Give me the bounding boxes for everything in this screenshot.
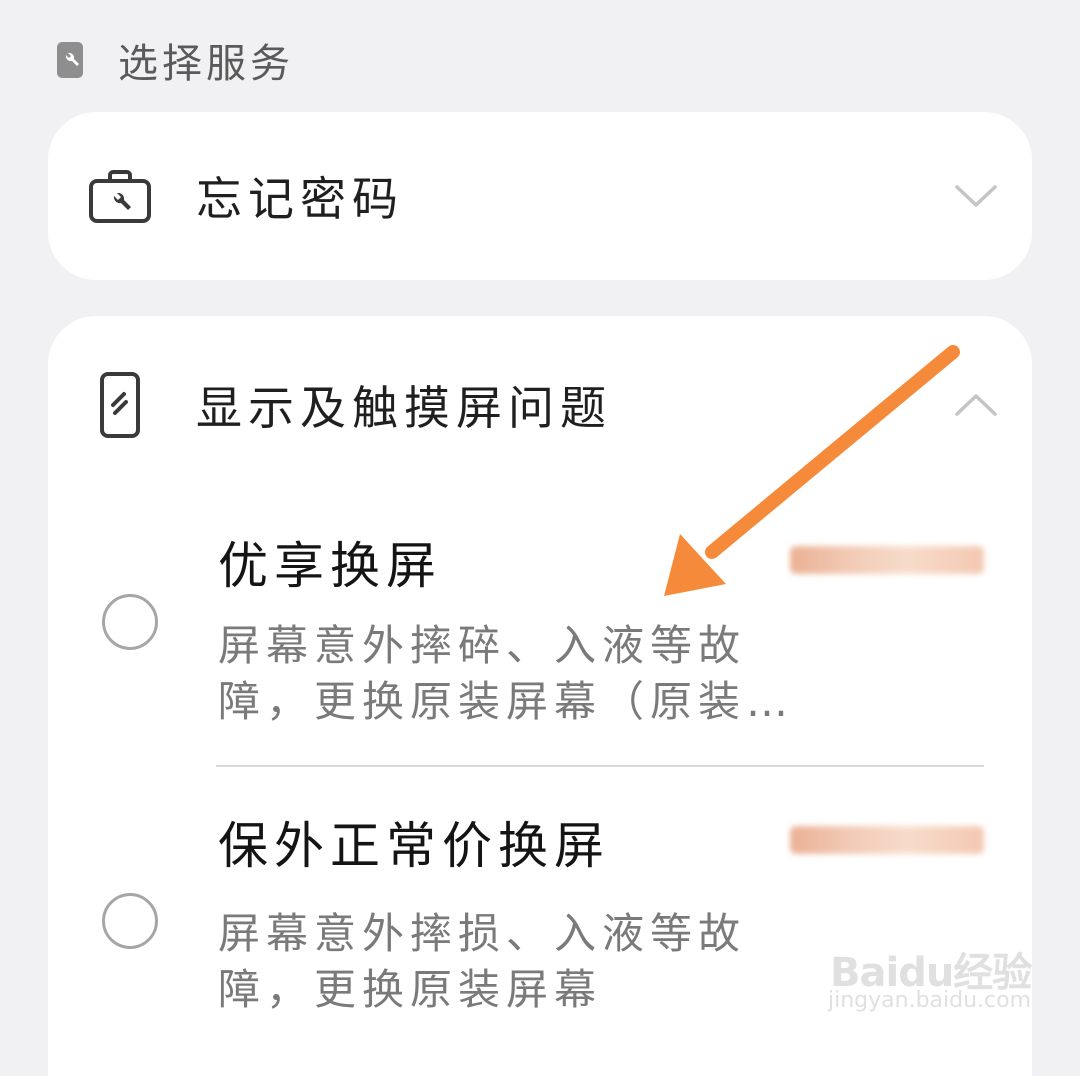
option-description-line: 屏幕意外摔损、入液等故 (218, 909, 747, 958)
watermark-url: jingyan.baidu.com (828, 988, 1032, 1013)
chevron-up-icon[interactable] (954, 383, 998, 427)
wrench-badge-icon (56, 40, 84, 80)
price-blurred (790, 826, 984, 854)
price-blurred (790, 546, 984, 574)
divider (216, 765, 984, 767)
option-description-line: 屏幕意外摔碎、入液等故 (218, 621, 747, 670)
service-title: 显示及触摸屏问题 (196, 381, 612, 435)
service-card-forgot-password[interactable]: 忘记密码 (48, 112, 1032, 280)
chevron-down-icon[interactable] (954, 174, 998, 218)
option-description-line: 障，更换原装屏幕（原装… (218, 677, 795, 726)
service-option[interactable]: 优享换屏 屏幕意外摔碎、入液等故 障，更换原装屏幕（原装… (48, 526, 1032, 766)
service-title: 忘记密码 (196, 172, 404, 226)
service-row[interactable]: 忘记密码 (48, 164, 1032, 228)
option-title: 保外正常价换屏 (218, 817, 610, 875)
service-row[interactable]: 显示及触摸屏问题 (48, 370, 1032, 440)
option-description: 屏幕意外摔碎、入液等故 障，更换原装屏幕（原装… (218, 618, 808, 730)
option-description-line: 障，更换原装屏幕 (218, 965, 603, 1014)
option-description: 屏幕意外摔损、入液等故 障，更换原装屏幕 (218, 906, 808, 1018)
phone-screen-icon (88, 372, 152, 438)
option-title: 优享换屏 (218, 537, 442, 595)
watermark: Baidu经验 jingyan.baidu.com (826, 922, 1032, 1018)
radio-button[interactable] (102, 893, 158, 949)
toolbox-icon (88, 164, 152, 228)
section-title: 选择服务 (118, 41, 294, 87)
radio-button[interactable] (102, 594, 158, 650)
section-header: 选择服务 (56, 30, 294, 90)
